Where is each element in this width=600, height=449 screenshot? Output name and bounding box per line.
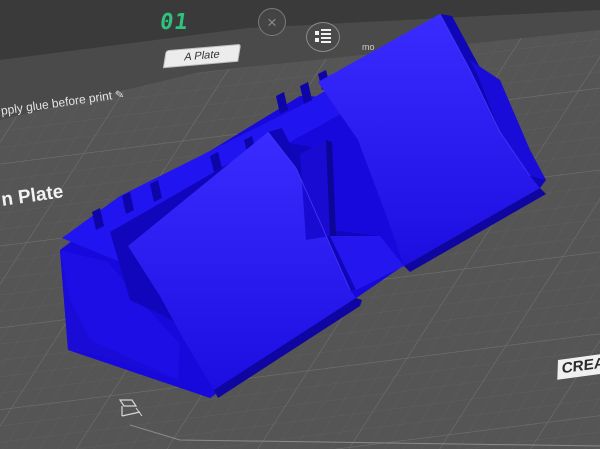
build-plate-scene[interactable] <box>0 0 600 449</box>
pencil-icon[interactable]: ✎ <box>114 88 125 102</box>
more-label[interactable]: mo <box>362 42 375 52</box>
close-button[interactable]: × <box>258 8 286 36</box>
3d-viewport[interactable]: 01 × mo A Plate pply glue before print✎ … <box>0 0 600 449</box>
arrange-icon <box>315 29 331 43</box>
arrange-button[interactable] <box>306 22 340 52</box>
plate-index: 01 <box>158 10 191 35</box>
close-icon: × <box>267 13 277 32</box>
origin-axis-icon <box>118 399 143 417</box>
